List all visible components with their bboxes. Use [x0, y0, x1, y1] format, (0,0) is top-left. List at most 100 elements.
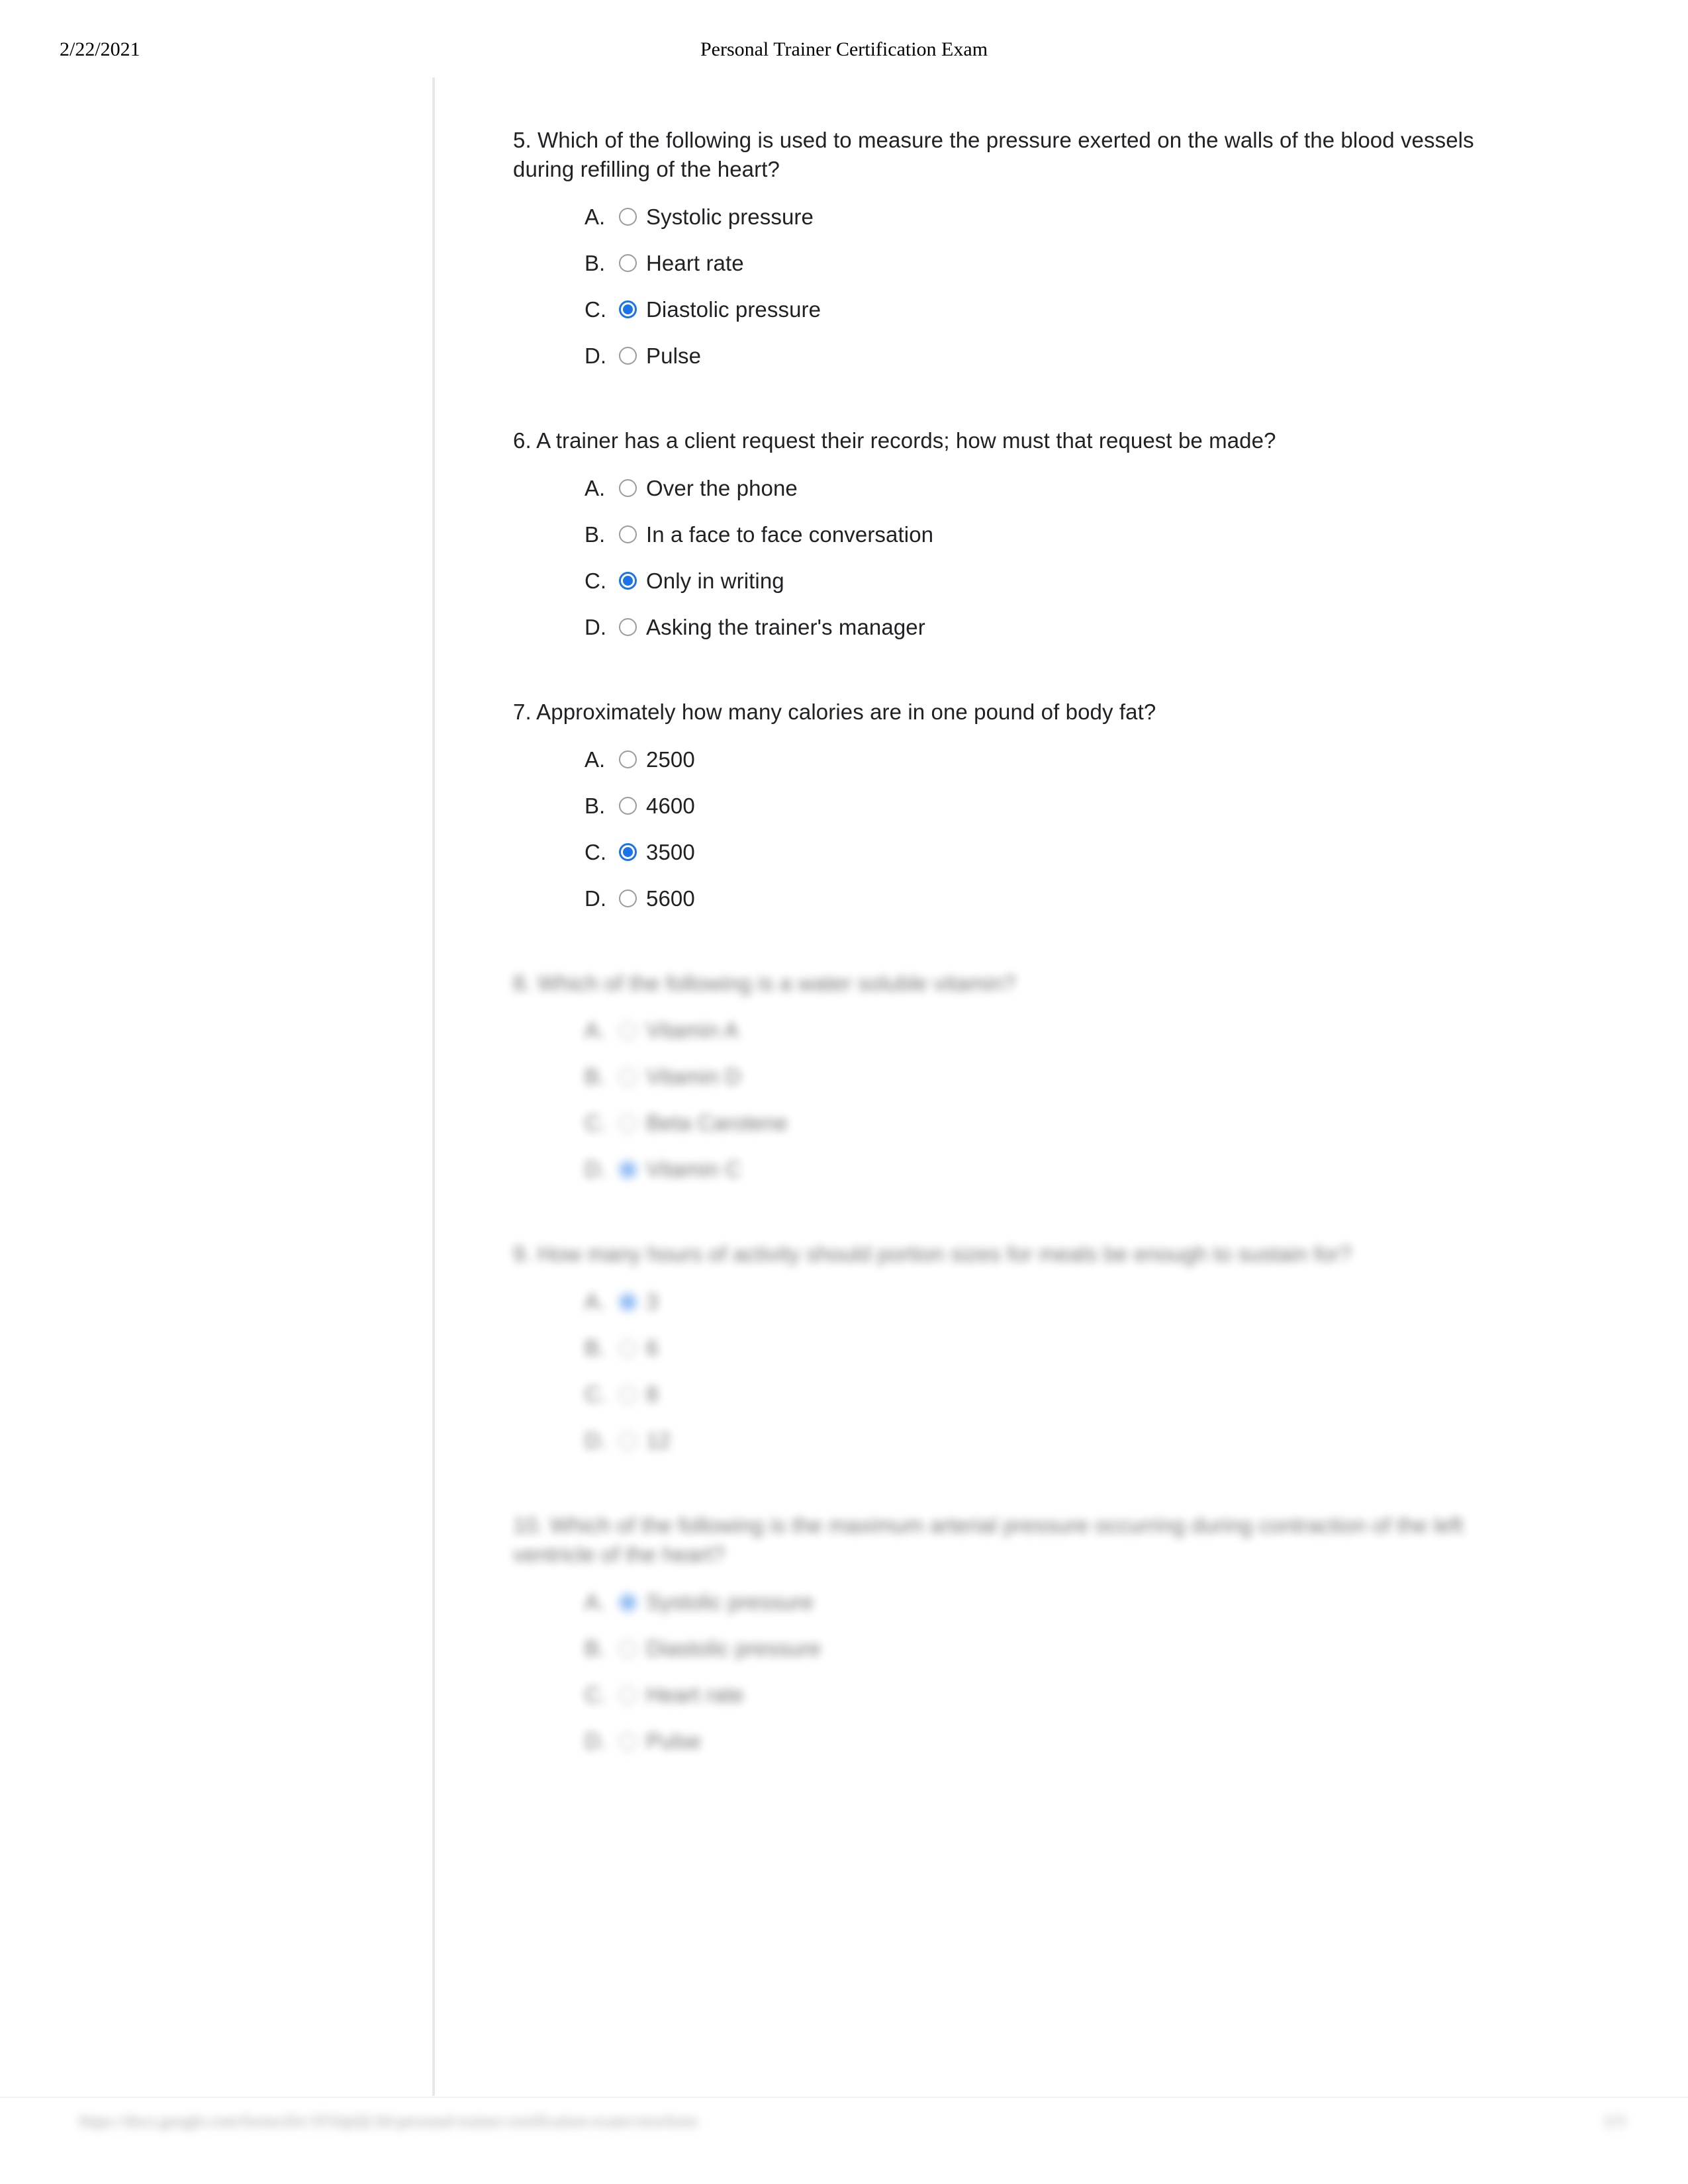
- option-row[interactable]: A. Systolic pressure: [585, 1584, 1506, 1621]
- radio-button-selected-icon[interactable]: [619, 1293, 637, 1311]
- print-header: 2/22/2021 Personal Trainer Certification…: [0, 38, 1688, 69]
- option-letter: B.: [585, 522, 606, 547]
- option-label[interactable]: 5600: [646, 886, 695, 911]
- option-label[interactable]: 2500: [646, 747, 695, 772]
- option-letter: A.: [585, 204, 606, 229]
- radio-button-icon[interactable]: [619, 1114, 637, 1132]
- option-letter: A.: [585, 1018, 606, 1043]
- option-label[interactable]: Pulse: [646, 343, 701, 369]
- option-row[interactable]: C. 8: [585, 1376, 1506, 1413]
- option-letter: A.: [585, 1289, 606, 1314]
- radio-button-icon[interactable]: [619, 751, 637, 768]
- radio-button-icon[interactable]: [619, 1021, 637, 1040]
- option-row[interactable]: A. Systolic pressure: [585, 199, 1506, 236]
- radio-button-icon[interactable]: [619, 1432, 637, 1450]
- option-label[interactable]: Vitamin D: [646, 1064, 741, 1089]
- option-row[interactable]: C. Diastolic pressure: [585, 291, 1506, 328]
- option-row[interactable]: B. 6: [585, 1330, 1506, 1367]
- option-label[interactable]: Systolic pressure: [646, 1590, 814, 1615]
- radio-button-icon[interactable]: [619, 797, 637, 815]
- radio-button-icon[interactable]: [619, 618, 637, 637]
- option-row[interactable]: D. Pulse: [585, 1723, 1506, 1760]
- option-letter: B.: [585, 1336, 606, 1361]
- option-label[interactable]: Asking the trainer's manager: [646, 615, 925, 640]
- option-label[interactable]: Only in writing: [646, 569, 784, 594]
- question-text: 6. A trainer has a client request their …: [513, 428, 1276, 453]
- option-label[interactable]: Over the phone: [646, 476, 798, 501]
- option-label[interactable]: Systolic pressure: [646, 205, 814, 230]
- option-letter: C.: [585, 1682, 606, 1707]
- option-row[interactable]: A. 3: [585, 1283, 1506, 1320]
- option-row[interactable]: C. Beta Carotene: [585, 1105, 1506, 1142]
- option-row[interactable]: A. 2500: [585, 741, 1506, 778]
- question-block: 10. Which of the following is the maximu…: [513, 1511, 1506, 1760]
- option-letter: D.: [585, 1428, 606, 1453]
- question-text: 9. How many hours of activity should por…: [513, 1242, 1352, 1267]
- option-row[interactable]: B. 4600: [585, 788, 1506, 825]
- radio-button-icon[interactable]: [619, 1732, 637, 1751]
- option-label[interactable]: Diastolic pressure: [646, 1636, 821, 1661]
- option-row[interactable]: D. 12: [585, 1422, 1506, 1459]
- option-letter: C.: [585, 839, 606, 864]
- option-label[interactable]: Heart rate: [646, 251, 744, 276]
- question-text: 5. Which of the following is used to mea…: [513, 128, 1474, 181]
- option-label[interactable]: 3: [646, 1289, 658, 1314]
- option-letter: B.: [585, 1064, 606, 1089]
- option-row[interactable]: C. Heart rate: [585, 1676, 1506, 1713]
- document-title: Personal Trainer Certification Exam: [700, 38, 988, 60]
- option-letter: D.: [585, 1157, 606, 1182]
- radio-button-icon[interactable]: [619, 525, 637, 544]
- question-block: 7. Approximately how many calories are i…: [513, 698, 1506, 917]
- option-row[interactable]: C. Only in writing: [585, 563, 1506, 600]
- radio-button-selected-icon[interactable]: [619, 1593, 637, 1612]
- radio-button-selected-icon[interactable]: [619, 300, 637, 319]
- option-label[interactable]: Pulse: [646, 1729, 701, 1754]
- option-group: A. Over the phone B. In a face to face conv…: [513, 470, 1506, 646]
- radio-button-icon[interactable]: [619, 1068, 637, 1086]
- option-row[interactable]: D. Asking the trainer's manager: [585, 609, 1506, 646]
- option-label[interactable]: Diastolic pressure: [646, 297, 821, 322]
- option-label[interactable]: In a face to face conversation: [646, 522, 933, 547]
- option-group: A. 2500 B. 4600 C. 3500 D. 5600: [513, 741, 1506, 917]
- radio-button-icon[interactable]: [619, 1686, 637, 1704]
- radio-button-selected-icon[interactable]: [619, 843, 637, 861]
- option-letter: D.: [585, 1729, 606, 1753]
- radio-button-selected-icon[interactable]: [619, 1160, 637, 1179]
- option-label[interactable]: 3500: [646, 840, 695, 865]
- footer-source-url: https://docs.google.com/forms/d/e/1FAIpQ…: [79, 2113, 698, 2130]
- radio-button-icon[interactable]: [619, 1339, 637, 1357]
- option-label[interactable]: Heart rate: [646, 1682, 744, 1707]
- radio-button-selected-icon[interactable]: [619, 572, 637, 590]
- option-letter: A.: [585, 1590, 606, 1614]
- option-row[interactable]: A. Over the phone: [585, 470, 1506, 507]
- option-row[interactable]: B. Heart rate: [585, 245, 1506, 282]
- option-label[interactable]: 4600: [646, 794, 695, 819]
- option-letter: C.: [585, 1111, 606, 1136]
- radio-button-icon[interactable]: [619, 254, 637, 273]
- option-row[interactable]: B. In a face to face conversation: [585, 516, 1506, 553]
- option-label[interactable]: Vitamin C: [646, 1157, 741, 1182]
- radio-button-icon[interactable]: [619, 479, 637, 498]
- option-row[interactable]: D. Pulse: [585, 338, 1506, 375]
- option-row[interactable]: B. Diastolic pressure: [585, 1630, 1506, 1667]
- question-block: 8. Which of the following is a water sol…: [513, 969, 1506, 1189]
- radio-button-icon[interactable]: [619, 889, 637, 907]
- option-row[interactable]: B. Vitamin D: [585, 1058, 1506, 1095]
- question-block: 6. A trainer has a client request their …: [513, 426, 1506, 646]
- option-row[interactable]: D. 5600: [585, 880, 1506, 917]
- option-row[interactable]: D. Vitamin C: [585, 1151, 1506, 1188]
- radio-button-icon[interactable]: [619, 208, 637, 226]
- radio-button-icon[interactable]: [619, 1385, 637, 1404]
- option-label[interactable]: Vitamin A: [646, 1018, 739, 1043]
- option-letter: D.: [585, 343, 606, 368]
- radio-button-icon[interactable]: [619, 347, 637, 365]
- option-label[interactable]: Beta Carotene: [646, 1111, 788, 1136]
- option-label[interactable]: 12: [646, 1428, 671, 1453]
- radio-button-icon[interactable]: [619, 1639, 637, 1658]
- option-label[interactable]: 8: [646, 1382, 658, 1407]
- question-text: 7. Approximately how many calories are i…: [513, 699, 1156, 724]
- option-label[interactable]: 6: [646, 1336, 658, 1361]
- option-row[interactable]: A. Vitamin A: [585, 1012, 1506, 1049]
- option-group: A. Vitamin A B. Vitamin D C. Beta Carotene D. V…: [513, 1012, 1506, 1188]
- option-row[interactable]: C. 3500: [585, 834, 1506, 871]
